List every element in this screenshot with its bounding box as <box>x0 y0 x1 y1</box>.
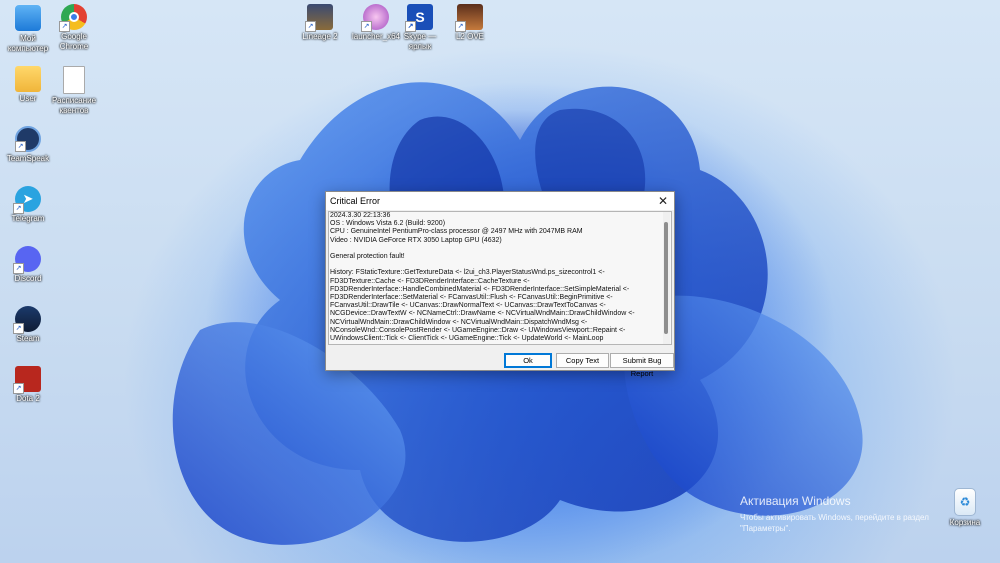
desktop-icon-schedule[interactable]: Расписание квентов <box>46 66 102 116</box>
recycle-bin-icon: ♻ <box>954 488 976 516</box>
submit-bug-report-button[interactable]: Submit Bug Report <box>610 353 674 378</box>
l2ove-icon: ↗ <box>455 4 483 32</box>
error-line: CPU : GenuineIntel PentiumPro-class proc… <box>330 228 583 236</box>
document-icon <box>63 66 85 94</box>
error-text: 2024.3.30 22:13:36 OS : Windows Vista 6.2… <box>330 212 660 343</box>
error-line: FD3DRenderInterface::SetMaterial <- FCan… <box>330 294 613 302</box>
error-line: History: FStaticTexture::GetTextureData … <box>330 269 605 277</box>
error-line <box>330 261 660 269</box>
error-line: Video : NVIDIA GeForce RTX 3050 Laptop G… <box>330 236 502 244</box>
folder-icon <box>15 66 41 92</box>
discord-icon: ↗ <box>13 246 41 274</box>
skype-icon: S ↗ <box>405 4 433 32</box>
error-line: FD3DTexture::Cache <- FD3DRenderInterfac… <box>330 277 530 285</box>
desktop-icon-dota[interactable]: ↗ Dota 2 <box>0 366 56 404</box>
error-line: NCGDevice::DrawTextW <- NCNameCtrl::Draw… <box>330 310 635 318</box>
ok-button[interactable]: Ok <box>504 353 552 368</box>
launcher-icon: ↗ <box>361 4 389 32</box>
desktop-icon-teamspeak[interactable]: ↗ TeamSpeak <box>0 126 56 164</box>
chrome-icon: ↗ <box>59 4 87 32</box>
dialog-titlebar[interactable]: Critical Error ✕ <box>326 192 674 210</box>
activation-title: Активация Windows <box>740 494 851 508</box>
steam-icon: ↗ <box>13 306 41 334</box>
error-line: FCanvasUtil::DrawTile <- UCanvas::DrawNo… <box>330 302 606 310</box>
error-text-area[interactable]: 2024.3.30 22:13:36 OS : Windows Vista 6.2… <box>328 211 672 345</box>
desktop-icon-telegram[interactable]: ➤ ↗ Telegram <box>0 186 56 224</box>
lineage-icon: ↗ <box>305 4 333 32</box>
error-line: UWindowsClient::Tick <- ClientTick <- UG… <box>330 335 604 343</box>
desktop-icon-steam[interactable]: ↗ Steam <box>0 306 56 344</box>
desktop-icon-l2ove[interactable]: ↗ L2 OVE <box>442 4 498 42</box>
scrollbar-thumb[interactable] <box>664 222 668 334</box>
desktop-icon-chrome[interactable]: ↗ Google Chrome <box>46 4 102 52</box>
error-scrollbar[interactable] <box>663 212 670 344</box>
desktop-icon-discord[interactable]: ↗ Discord <box>0 246 56 284</box>
error-line: NConsoleWnd::ConsolePostRender <- UGameE… <box>330 326 626 334</box>
computer-icon <box>14 4 42 32</box>
dota-icon: ↗ <box>13 366 41 394</box>
error-line: NCVirtualWndMain::DrawChildWindow <- NCV… <box>330 318 588 326</box>
teamspeak-icon: ↗ <box>15 126 41 152</box>
error-line: FD3DRenderInterface::HandleCombinedMater… <box>330 285 630 293</box>
error-line: General protection fault! <box>330 253 405 261</box>
desktop-icon-lineage[interactable]: ↗ Lineage 2 <box>292 4 348 42</box>
error-line: 2024.3.30 22:13:36 <box>330 212 391 219</box>
copy-text-button[interactable]: Copy Text <box>556 353 609 368</box>
activation-text: Чтобы активировать Windows, перейдите в … <box>740 513 929 522</box>
activation-watermark: Активация Windows Чтобы активировать Win… <box>740 494 929 534</box>
desktop-icon-skype[interactable]: S ↗ Skype — ярлык <box>392 4 448 52</box>
critical-error-dialog: Critical Error ✕ 2024.3.30 22:13:36 OS : … <box>325 191 675 378</box>
desktop-icon-recycle-bin[interactable]: ♻ Корзина <box>937 488 993 528</box>
error-line <box>330 245 660 253</box>
error-line: OS : Windows Vista 6.2 (Build: 9200) <box>330 220 446 228</box>
activation-text-2: "Параметры". <box>740 524 791 533</box>
dialog-title: Critical Error <box>330 196 381 206</box>
telegram-icon: ➤ ↗ <box>13 186 41 214</box>
close-icon[interactable]: ✕ <box>658 194 668 208</box>
